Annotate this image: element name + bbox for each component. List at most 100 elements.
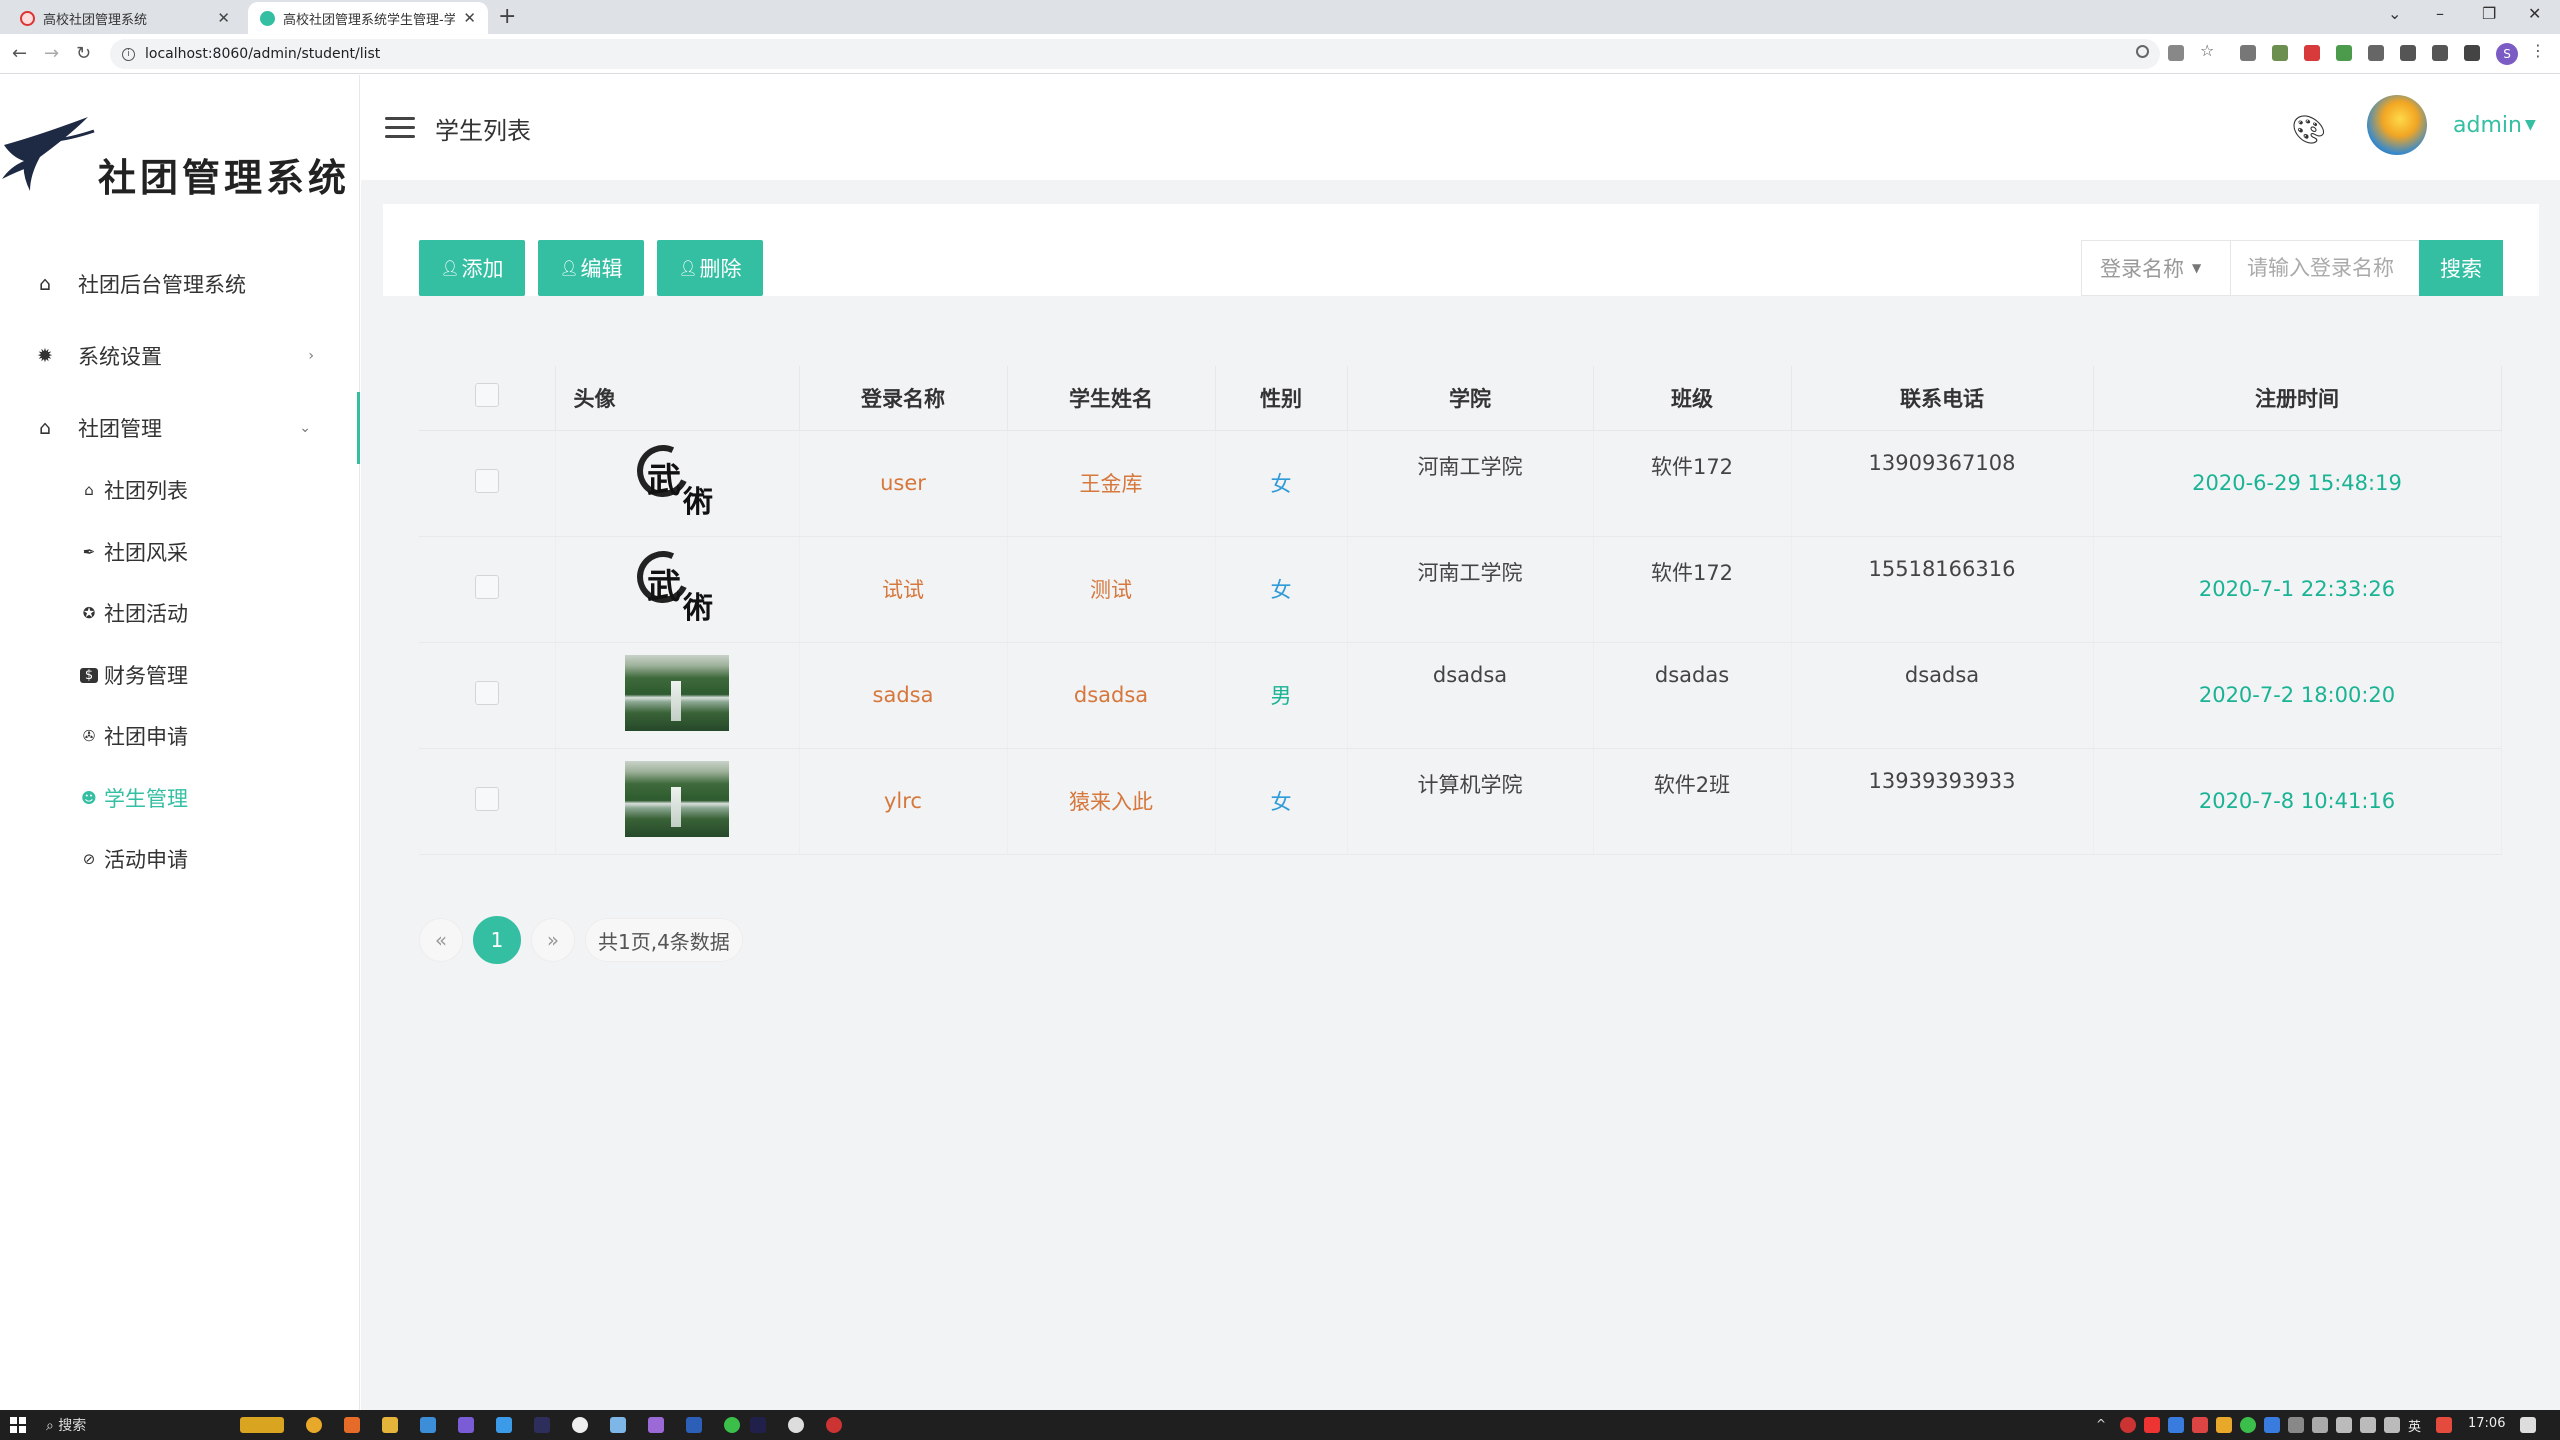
forward-icon[interactable]: → xyxy=(44,43,59,64)
app-icon[interactable] xyxy=(420,1417,436,1433)
edit-button[interactable]: 👤︎ 编辑 xyxy=(538,240,644,296)
tray-app-icon[interactable] xyxy=(2288,1417,2304,1433)
menu-toggle-icon[interactable] xyxy=(385,117,415,139)
tray-app-icon[interactable] xyxy=(2436,1417,2452,1433)
add-button[interactable]: 👤︎ 添加 xyxy=(419,240,525,296)
taskbar-clock[interactable]: 17:06 xyxy=(2468,1416,2505,1431)
app-icon[interactable] xyxy=(648,1417,664,1433)
ide-icon[interactable] xyxy=(750,1417,766,1433)
download-icon[interactable] xyxy=(2432,45,2448,61)
column-header[interactable]: 班级 xyxy=(1593,366,1792,431)
table-row[interactable]: ylrc 猿来入此 女 计算机学院 软件2班 13939393933 2020-… xyxy=(419,748,2502,855)
url-field[interactable]: i localhost:8060/admin/student/list xyxy=(110,39,2160,69)
minimize-icon[interactable]: – xyxy=(2436,4,2444,23)
column-header[interactable]: 学生姓名 xyxy=(1007,366,1216,431)
browser-tab[interactable]: 高校社团管理系统 ✕ xyxy=(8,2,242,34)
sidebar-item-activity-apply[interactable]: ⊘ 活动申请 xyxy=(80,839,188,879)
search-input[interactable] xyxy=(2230,240,2430,296)
app-icon[interactable] xyxy=(788,1417,804,1433)
page-1-button[interactable]: 1 xyxy=(473,916,521,964)
back-icon[interactable]: ← xyxy=(12,43,27,64)
weather-widget-icon[interactable] xyxy=(240,1417,284,1433)
recorder-icon[interactable] xyxy=(826,1417,842,1433)
extension-icon[interactable] xyxy=(2368,45,2384,61)
tray-app-icon[interactable] xyxy=(2312,1417,2328,1433)
shield-icon[interactable] xyxy=(2304,45,2320,61)
sidebar-item-student-management[interactable]: ☻ 学生管理 xyxy=(80,778,188,818)
row-checkbox[interactable] xyxy=(474,574,499,599)
tray-app-icon[interactable] xyxy=(2168,1417,2184,1433)
volume-icon[interactable] xyxy=(2384,1417,2400,1433)
search-button[interactable]: 搜索 xyxy=(2419,240,2503,296)
ime-indicator[interactable]: 英 xyxy=(2408,1416,2421,1435)
tab-search-icon[interactable]: ⌄ xyxy=(2388,4,2401,23)
restore-icon[interactable]: ❐ xyxy=(2482,4,2496,23)
zoom-icon[interactable] xyxy=(2136,45,2149,58)
column-header[interactable]: 头像 xyxy=(555,366,800,431)
site-info-icon[interactable]: i xyxy=(122,47,135,61)
camera-icon[interactable] xyxy=(2240,45,2256,61)
browser-tab-active[interactable]: 高校社团管理系统学生管理-学生 ✕ xyxy=(248,2,488,34)
side-panel-icon[interactable] xyxy=(2464,45,2480,61)
puzzle-icon[interactable] xyxy=(2400,45,2416,61)
tray-app-icon[interactable] xyxy=(2216,1417,2232,1433)
table-row[interactable]: sadsa dsadsa 男 dsadsa dsadas dsadsa 2020… xyxy=(419,642,2502,749)
table-row[interactable]: 武術 试试 测试 女 河南工学院 软件172 15518166316 2020-… xyxy=(419,536,2502,643)
extension-icon[interactable] xyxy=(2272,45,2288,61)
app-icon[interactable] xyxy=(496,1417,512,1433)
sidebar-item-finance[interactable]: $ 财务管理 xyxy=(80,655,188,695)
column-header[interactable]: 学院 xyxy=(1347,366,1594,431)
bookmark-star-icon[interactable]: ☆ xyxy=(2200,41,2216,60)
avatar[interactable] xyxy=(2367,95,2427,155)
tab-close-icon[interactable]: ✕ xyxy=(217,9,230,27)
close-window-icon[interactable]: ✕ xyxy=(2528,4,2541,23)
column-header[interactable]: 登录名称 xyxy=(799,366,1008,431)
network-icon[interactable] xyxy=(2336,1417,2352,1433)
tray-app-icon[interactable] xyxy=(2120,1417,2136,1433)
column-header[interactable]: 性别 xyxy=(1215,366,1348,431)
tab-close-icon[interactable]: ✕ xyxy=(463,9,476,27)
delete-button[interactable]: 👤︎ 删除 xyxy=(657,240,763,296)
user-name[interactable]: admin xyxy=(2453,113,2522,138)
next-page-button[interactable]: » xyxy=(531,918,575,962)
row-checkbox[interactable] xyxy=(474,680,499,705)
column-header[interactable]: 注册时间 xyxy=(2093,366,2502,431)
menu-item-dashboard[interactable]: ⌂ 社团后台管理系统 xyxy=(0,248,360,320)
extension-icon[interactable] xyxy=(2336,45,2352,61)
prev-page-button[interactable]: « xyxy=(419,918,463,962)
menu-item-club-management[interactable]: ⌂ 社团管理 ⌄ xyxy=(0,392,360,464)
table-row[interactable]: 武術 user 王金库 女 河南工学院 软件172 13909367108 20… xyxy=(419,430,2502,537)
caret-down-icon[interactable]: ▼ xyxy=(2525,117,2536,133)
firefox-icon[interactable] xyxy=(344,1417,360,1433)
tray-expand-icon[interactable]: ^ xyxy=(2096,1417,2108,1433)
wifi-icon[interactable] xyxy=(2360,1417,2376,1433)
search-field-select[interactable]: 登录名称 ▼ xyxy=(2081,240,2231,296)
column-header[interactable]: 联系电话 xyxy=(1791,366,2094,431)
row-checkbox[interactable] xyxy=(474,786,499,811)
sidebar-item-club-apply[interactable]: ✇ 社团申请 xyxy=(80,716,188,756)
new-tab-icon[interactable]: + xyxy=(498,4,516,29)
notification-icon[interactable] xyxy=(2520,1417,2536,1433)
tray-app-icon[interactable] xyxy=(2192,1417,2208,1433)
select-all-checkbox[interactable] xyxy=(474,383,499,408)
folder-icon[interactable] xyxy=(382,1417,398,1433)
sidebar-item-club-activity[interactable]: ✪ 社团活动 xyxy=(80,593,188,633)
tray-app-icon[interactable] xyxy=(2144,1417,2160,1433)
profile-avatar[interactable]: S xyxy=(2496,43,2518,65)
sidebar-item-club-style[interactable]: ✒ 社团风采 xyxy=(80,532,188,572)
sidebar-item-club-list[interactable]: ⌂ 社团列表 xyxy=(80,470,188,510)
chat-icon[interactable] xyxy=(572,1417,588,1433)
menu-item-system-settings[interactable]: ✹ 系统设置 › xyxy=(0,320,360,392)
taskbar-search[interactable]: ⌕ 搜索 xyxy=(46,1415,86,1435)
share-icon[interactable] xyxy=(2168,45,2184,61)
app-icon[interactable] xyxy=(610,1417,626,1433)
palette-icon[interactable]: 🎨︎ xyxy=(2291,113,2327,146)
terminal-icon[interactable] xyxy=(534,1417,550,1433)
chrome-icon[interactable] xyxy=(306,1417,322,1433)
row-checkbox[interactable] xyxy=(474,468,499,493)
app-icon[interactable] xyxy=(458,1417,474,1433)
reload-icon[interactable]: ↻ xyxy=(76,43,91,64)
tray-app-icon[interactable] xyxy=(2240,1417,2256,1433)
wechat-icon[interactable] xyxy=(724,1417,740,1433)
more-menu-icon[interactable]: ⋮ xyxy=(2530,41,2546,60)
